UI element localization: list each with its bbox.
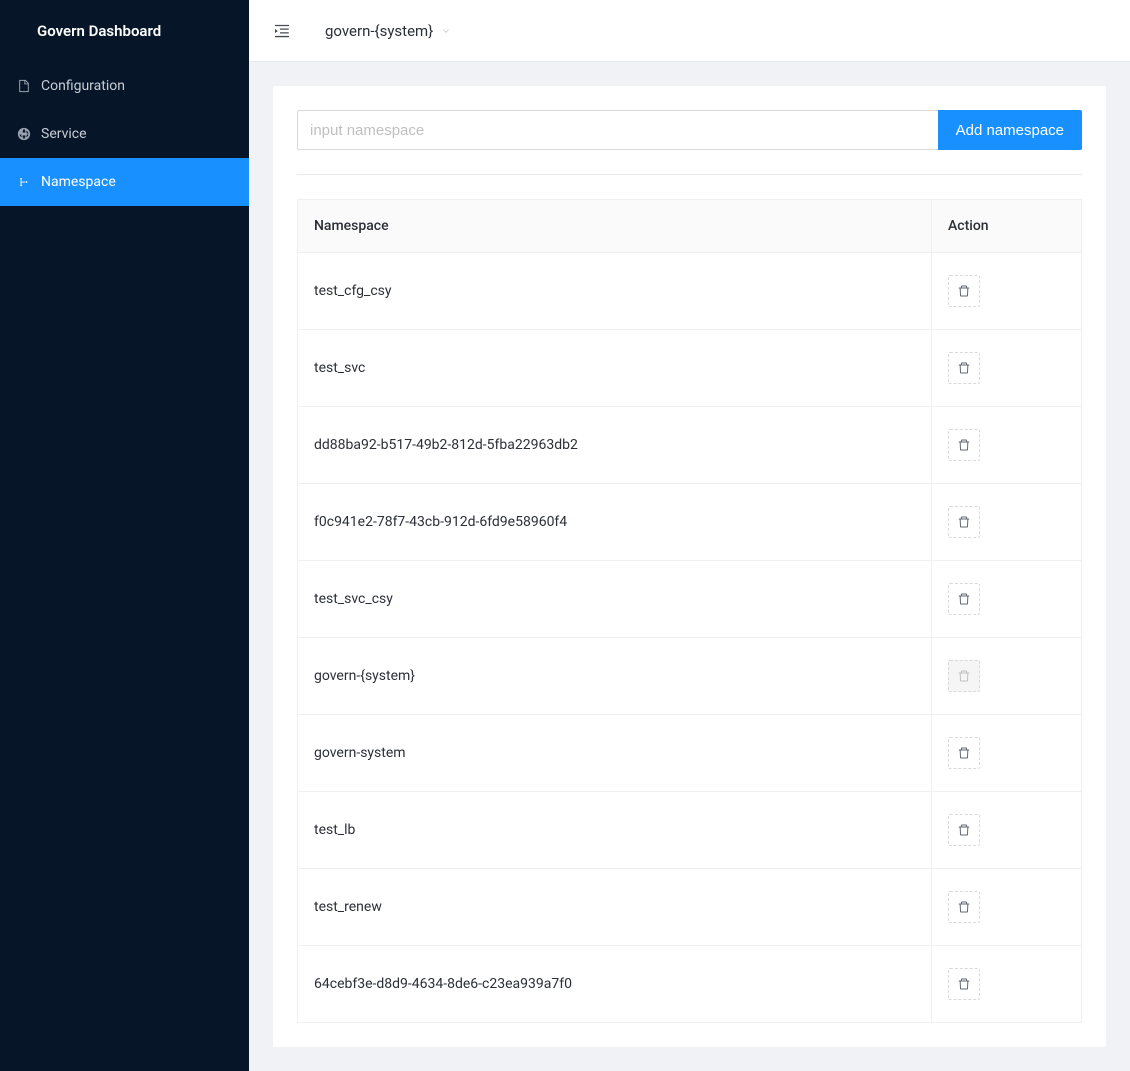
selected-namespace-label: govern-{system} xyxy=(325,22,433,40)
add-namespace-button[interactable]: Add namespace xyxy=(938,110,1082,150)
table-row: test_svc xyxy=(298,330,1082,407)
action-cell xyxy=(932,638,1082,715)
namespace-cell: govern-{system} xyxy=(298,638,932,715)
namespace-cell: test_lb xyxy=(298,792,932,869)
delete-button[interactable] xyxy=(948,583,980,615)
action-cell xyxy=(932,561,1082,638)
sidebar-item-configuration[interactable]: Configuration xyxy=(0,62,249,110)
sidebar-item-label: Service xyxy=(41,126,87,142)
col-header-action: Action xyxy=(932,200,1082,253)
delete-button[interactable] xyxy=(948,429,980,461)
delete-button[interactable] xyxy=(948,506,980,538)
namespace-cell: test_svc xyxy=(298,330,932,407)
table-row: govern-system xyxy=(298,715,1082,792)
col-header-namespace: Namespace xyxy=(298,200,932,253)
trash-icon xyxy=(957,823,971,837)
namespace-icon xyxy=(17,175,31,189)
sidebar-item-namespace[interactable]: Namespace xyxy=(0,158,249,206)
namespace-selector[interactable]: govern-{system} xyxy=(313,22,451,40)
app-title: Govern Dashboard xyxy=(0,0,249,62)
namespace-cell: test_cfg_csy xyxy=(298,253,932,330)
divider xyxy=(297,174,1082,175)
add-namespace-form: Add namespace xyxy=(297,110,1082,150)
table-row: test_svc_csy xyxy=(298,561,1082,638)
delete-button[interactable] xyxy=(948,968,980,1000)
trash-icon xyxy=(957,592,971,606)
namespace-cell: test_renew xyxy=(298,869,932,946)
namespace-table: Namespace Action test_cfg_csytest_svcdd8… xyxy=(297,199,1082,1023)
table-row: test_renew xyxy=(298,869,1082,946)
action-cell xyxy=(932,792,1082,869)
delete-button[interactable] xyxy=(948,814,980,846)
namespace-cell: f0c941e2-78f7-43cb-912d-6fd9e58960f4 xyxy=(298,484,932,561)
delete-button[interactable] xyxy=(948,275,980,307)
action-cell xyxy=(932,407,1082,484)
action-cell xyxy=(932,253,1082,330)
action-cell xyxy=(932,869,1082,946)
sidebar-nav: Configuration Service Namespace xyxy=(0,62,249,206)
table-row: govern-{system} xyxy=(298,638,1082,715)
namespace-cell: test_svc_csy xyxy=(298,561,932,638)
topbar: govern-{system} xyxy=(249,0,1130,62)
action-cell xyxy=(932,484,1082,561)
action-cell xyxy=(932,946,1082,1023)
namespace-card: Add namespace Namespace Action test_cfg_… xyxy=(273,86,1106,1047)
table-row: 64cebf3e-d8d9-4634-8de6-c23ea939a7f0 xyxy=(298,946,1082,1023)
delete-button xyxy=(948,660,980,692)
table-row: test_lb xyxy=(298,792,1082,869)
table-row: test_cfg_csy xyxy=(298,253,1082,330)
trash-icon xyxy=(957,438,971,452)
content: Add namespace Namespace Action test_cfg_… xyxy=(249,62,1130,1071)
action-cell xyxy=(932,715,1082,792)
table-row: f0c941e2-78f7-43cb-912d-6fd9e58960f4 xyxy=(298,484,1082,561)
sidebar-item-label: Configuration xyxy=(41,78,125,94)
namespace-table-body: test_cfg_csytest_svcdd88ba92-b517-49b2-8… xyxy=(298,253,1082,1023)
sidebar-item-label: Namespace xyxy=(41,174,116,190)
namespace-cell: govern-system xyxy=(298,715,932,792)
menu-collapse-icon[interactable] xyxy=(273,22,291,40)
chevron-down-icon xyxy=(441,26,451,36)
trash-icon xyxy=(957,284,971,298)
trash-icon xyxy=(957,746,971,760)
trash-icon xyxy=(957,361,971,375)
file-icon xyxy=(17,79,31,93)
trash-icon xyxy=(957,669,971,683)
delete-button[interactable] xyxy=(948,352,980,384)
main: govern-{system} Add namespace xyxy=(249,0,1130,1071)
namespace-cell: 64cebf3e-d8d9-4634-8de6-c23ea939a7f0 xyxy=(298,946,932,1023)
trash-icon xyxy=(957,977,971,991)
action-cell xyxy=(932,330,1082,407)
delete-button[interactable] xyxy=(948,737,980,769)
namespace-input[interactable] xyxy=(297,110,938,150)
trash-icon xyxy=(957,515,971,529)
table-row: dd88ba92-b517-49b2-812d-5fba22963db2 xyxy=(298,407,1082,484)
delete-button[interactable] xyxy=(948,891,980,923)
namespace-cell: dd88ba92-b517-49b2-812d-5fba22963db2 xyxy=(298,407,932,484)
sidebar: Govern Dashboard Configuration Service Nam… xyxy=(0,0,249,1071)
sidebar-item-service[interactable]: Service xyxy=(0,110,249,158)
globe-icon xyxy=(17,127,31,141)
